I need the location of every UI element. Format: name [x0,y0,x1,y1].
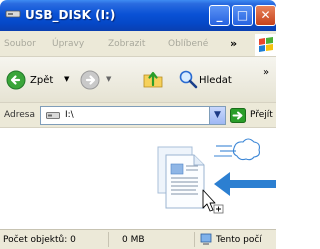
go-arrow-icon[interactable] [230,108,246,123]
address-input[interactable]: I:\ ▼ [40,106,226,125]
menu-overflow-chevron[interactable]: » [230,37,237,50]
status-separator [108,232,109,247]
drive-icon [46,112,60,119]
back-button-label[interactable]: Zpět [30,75,53,86]
status-location: Tento počí [216,235,262,245]
forward-arrow-icon[interactable] [80,70,100,90]
folder-up-icon[interactable] [142,68,164,90]
search-icon[interactable] [178,69,198,89]
title-bar[interactable]: USB_DISK (I:) _ □ ✕ [0,0,276,31]
address-bar: Adresa I:\ ▼ Přejít [0,103,276,128]
document-transfer-icon [157,138,276,214]
menu-view[interactable]: Zobrazit [108,39,145,49]
menu-favorites[interactable]: Oblíbené [168,39,208,49]
back-arrow-icon[interactable] [6,70,26,90]
file-list-area[interactable] [0,128,276,229]
windows-logo-icon [255,34,277,56]
window-title: USB_DISK (I:) [25,8,116,22]
status-object-count: Počet objektů: 0 [3,235,76,245]
close-button[interactable]: ✕ [255,5,276,26]
forward-dropdown-arrow[interactable]: ▼ [106,75,111,83]
drive-icon [5,10,21,18]
address-value[interactable]: I:\ [65,110,74,120]
back-dropdown-arrow[interactable]: ▼ [64,75,69,83]
toolbar-overflow-chevron[interactable]: » [263,67,269,78]
status-size: 0 MB [122,235,145,245]
maximize-button[interactable]: □ [232,5,253,26]
toolbar: Zpět ▼ ▼ Hledat » [0,57,276,103]
minimize-button[interactable]: _ [209,5,230,26]
computer-icon [200,233,212,245]
status-bar: Počet objektů: 0 0 MB Tento počí [0,229,276,249]
go-button-label[interactable]: Přejít [250,110,273,120]
menu-bar: Soubor Úpravy Zobrazit Oblíbené » [0,31,277,57]
address-label: Adresa [4,110,35,120]
address-dropdown-button[interactable]: ▼ [209,107,225,124]
menu-file[interactable]: Soubor [4,39,36,49]
status-separator [194,232,195,247]
menu-edit[interactable]: Úpravy [52,39,84,49]
search-button-label[interactable]: Hledat [199,75,232,86]
